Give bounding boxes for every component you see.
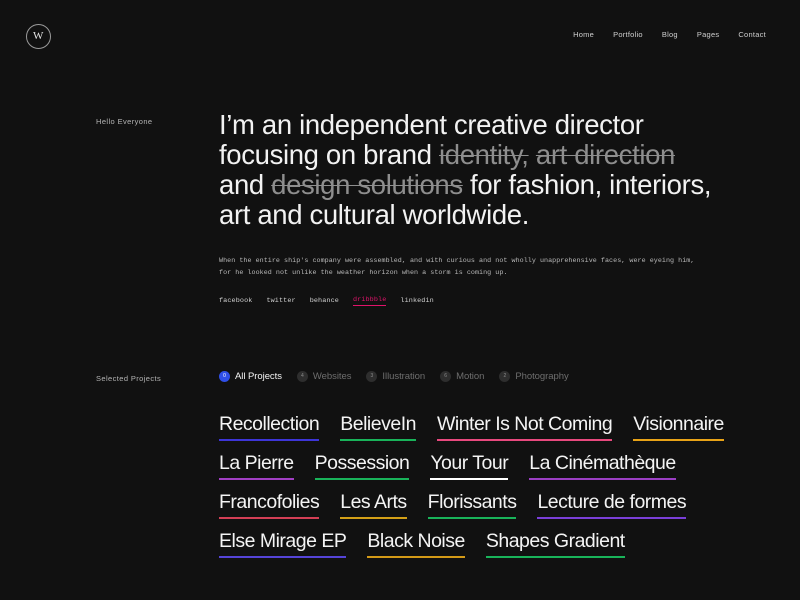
project-link[interactable]: Les Arts	[340, 490, 407, 519]
project-link[interactable]: Winter Is Not Coming	[436, 412, 613, 441]
project-link[interactable]: Recollection	[219, 412, 320, 441]
filter-count-badge: 2	[499, 371, 511, 382]
project-link[interactable]: Shapes Gradient	[485, 529, 625, 558]
filter-illustration[interactable]: 3 Illustration	[366, 371, 425, 382]
filter-label: Websites	[312, 371, 352, 382]
nav-item-portfolio[interactable]: Portfolio	[613, 30, 643, 39]
project-link[interactable]: Your Tour	[430, 451, 509, 480]
filter-label: Illustration	[382, 371, 426, 382]
logo-letter: W	[33, 30, 44, 42]
project-link[interactable]: Possession	[314, 451, 410, 480]
headline-strike-design-solutions: design solutions	[271, 169, 463, 200]
social-link-linkedin[interactable]: linkedin	[400, 297, 433, 305]
nav-item-home[interactable]: Home	[573, 30, 594, 39]
project-link[interactable]: Visionnaire	[633, 412, 724, 441]
filter-motion[interactable]: 6 Motion	[440, 371, 484, 382]
social-link-dribbble[interactable]: dribbble	[352, 296, 387, 306]
project-link[interactable]: BelieveIn	[340, 412, 416, 441]
project-link[interactable]: Else Mirage EP	[219, 529, 347, 558]
filter-count-badge: 4	[296, 371, 308, 382]
project-list: Recollection BelieveIn Winter Is Not Com…	[219, 412, 764, 558]
filter-label: All Projects	[235, 371, 282, 382]
hero-paragraph: When the entire ship's company were asse…	[219, 257, 695, 277]
headline-part-2	[529, 139, 536, 170]
hero-side-label: Hello Everyone	[96, 117, 153, 126]
site-header: W Home Portfolio Blog Pages Contact	[0, 0, 800, 70]
filter-photography[interactable]: 2 Photography	[499, 371, 569, 382]
hero-section: I’m an independent creative director foc…	[219, 110, 719, 306]
social-links: facebook twitter behance dribbble linked…	[219, 296, 719, 306]
project-link[interactable]: Black Noise	[367, 529, 465, 558]
projects-side-label: Selected Projects	[96, 374, 162, 383]
project-link[interactable]: Lecture de formes	[537, 490, 687, 519]
headline-strike-art-direction: art direction	[535, 139, 676, 170]
nav-item-blog[interactable]: Blog	[662, 30, 678, 39]
headline-part-3: and	[219, 169, 272, 200]
filter-count-badge: 3	[366, 371, 378, 382]
social-link-behance[interactable]: behance	[310, 297, 339, 305]
project-link[interactable]: La Cinémathèque	[529, 451, 676, 480]
filter-count-badge: 6	[440, 371, 452, 382]
filter-websites[interactable]: 4 Websites	[296, 371, 352, 382]
project-link[interactable]: La Pierre	[219, 451, 294, 480]
filter-all-projects[interactable]: 0 All Projects	[219, 371, 282, 382]
headline-strike-identity: identity,	[438, 139, 529, 170]
social-link-facebook[interactable]: facebook	[219, 297, 252, 305]
circled-w-logo-icon[interactable]: W	[26, 24, 51, 49]
filter-label: Photography	[515, 371, 569, 382]
nav-item-contact[interactable]: Contact	[738, 30, 766, 39]
nav-item-pages[interactable]: Pages	[697, 30, 720, 39]
filter-label: Motion	[456, 371, 485, 382]
project-filter-bar: 0 All Projects 4 Websites 3 Illustration…	[219, 371, 569, 382]
main-navigation: Home Portfolio Blog Pages Contact	[573, 30, 766, 39]
page-title: I’m an independent creative director foc…	[219, 110, 719, 230]
social-link-twitter[interactable]: twitter	[266, 297, 295, 305]
filter-count-badge: 0	[219, 371, 230, 382]
project-link[interactable]: Florissants	[427, 490, 517, 519]
project-link[interactable]: Francofolies	[219, 490, 320, 519]
